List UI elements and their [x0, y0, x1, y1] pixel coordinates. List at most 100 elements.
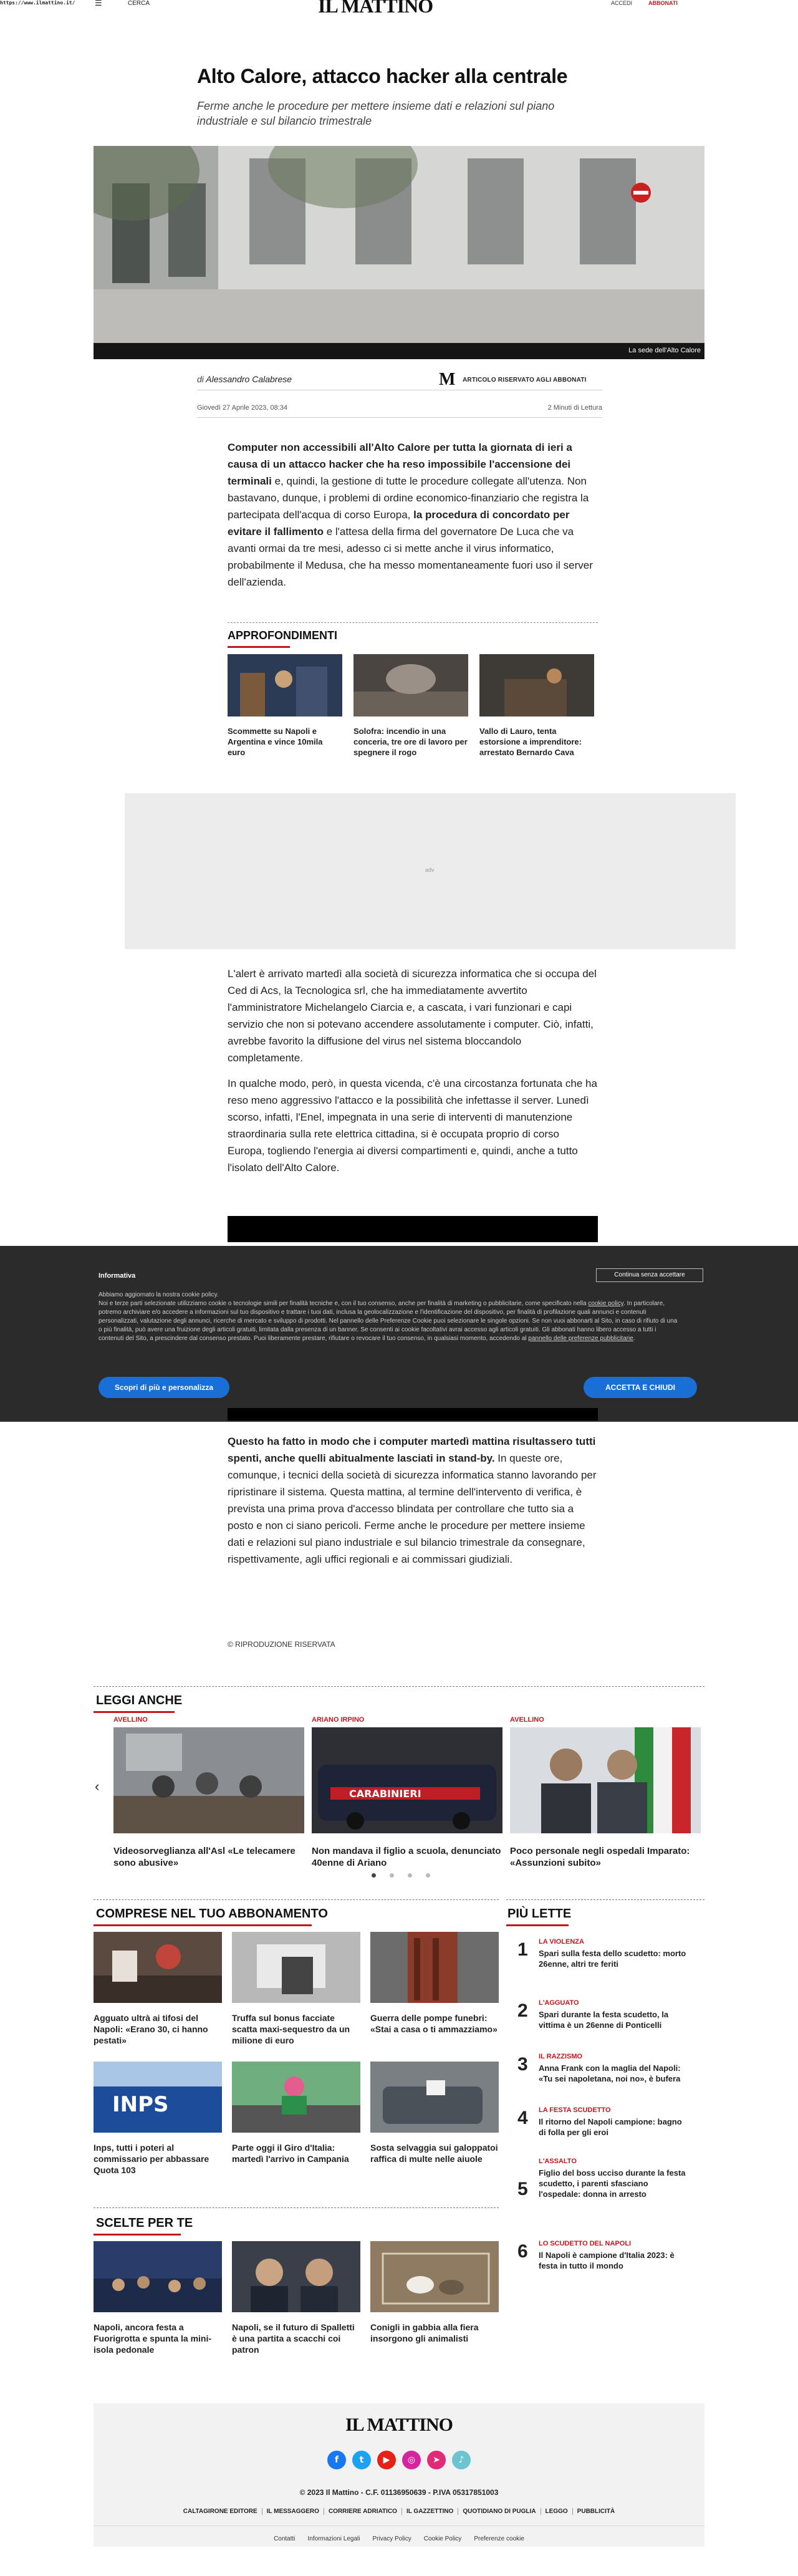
advertisement[interactable]: adv — [125, 793, 736, 949]
footer-link[interactable]: LEGGO — [541, 2508, 573, 2515]
card-title: Parte oggi il Giro d'Italia: martedì l'a… — [232, 2143, 349, 2164]
related-card[interactable]: Solofra: incendio in una conceria, tre o… — [353, 654, 468, 758]
section-underline — [506, 1924, 569, 1926]
footer-link[interactable]: QUOTIDIANO DI PUGLIA — [458, 2508, 541, 2515]
most-read-item[interactable]: 4 LA FESTA SCUDETTO Il ritorno del Napol… — [517, 2106, 704, 2144]
cookie-preferences-link[interactable]: Preferenze cookie — [468, 2535, 531, 2542]
menu-icon[interactable]: ☰ — [95, 0, 102, 7]
comprese-title: COMPRESE NEL TUO ABBONAMENTO — [96, 1907, 328, 1921]
card-image — [113, 1727, 304, 1833]
related-thumb — [228, 654, 342, 716]
card-title: Poco personale negli ospedali Imparato: … — [510, 1846, 690, 1868]
carousel-dot[interactable] — [372, 1873, 376, 1878]
footer-link[interactable]: IL GAZZETTINO — [401, 2508, 459, 2515]
byline: di Alessandro Calabrese M ARTICOLO RISER… — [197, 368, 602, 390]
section-divider — [506, 1899, 704, 1900]
recommended-card[interactable]: Napoli, se il futuro di Spalletti è una … — [232, 2241, 360, 2355]
paragraph-2: L'alert è arrivato martedì alla società … — [228, 968, 597, 1064]
instagram-icon[interactable]: ◎ — [402, 2451, 421, 2469]
most-read-item[interactable]: 1 LA VIOLENZA Spari sulla festa dello sc… — [517, 1938, 704, 1975]
social-links: f t ▶ ◎ ➤ ♪ — [94, 2451, 704, 2469]
rank-number: 5 — [517, 2179, 528, 2199]
footer-link[interactable]: CORRIERE ADRIATICO — [324, 2508, 402, 2515]
related-card[interactable]: Scommette su Napoli e Argentina e vince … — [228, 654, 342, 758]
subscription-card[interactable]: INPS Inps, tutti i poteri al commissario… — [94, 2062, 222, 2176]
card-tag: ARIANO IRPINO — [312, 1716, 365, 1724]
embedded-media-top — [228, 1216, 598, 1242]
card-tag: AVELLINO — [113, 1716, 148, 1724]
leggi-anche-card[interactable]: ARIANO IRPINO CARABINIERI Non mandava il… — [312, 1716, 502, 1869]
contacts-link[interactable]: Contatti — [267, 2535, 301, 2542]
recommended-card[interactable]: Napoli, ancora festa a Fuorigrotta e spu… — [94, 2241, 222, 2355]
most-read-item[interactable]: 3 IL RAZZISMO Anna Frank con la maglia d… — [517, 2053, 704, 2090]
item-tag: L'AGGUATO — [539, 1999, 579, 2007]
image-caption: La sede dell'Alto Calore — [628, 347, 701, 354]
twitter-icon[interactable]: t — [352, 2451, 371, 2469]
site-footer: IL MATTINO f t ▶ ◎ ➤ ♪ © 2023 Il Mattino… — [94, 2403, 704, 2547]
card-image — [94, 2241, 222, 2312]
footer-link[interactable]: CALTAGIRONE EDITORE — [178, 2508, 262, 2515]
carousel-dot[interactable] — [408, 1873, 412, 1878]
subscription-card[interactable]: Parte oggi il Giro d'Italia: martedì l'a… — [232, 2062, 360, 2164]
carousel-dot[interactable] — [426, 1873, 430, 1878]
tiktok-icon[interactable]: ♪ — [452, 2451, 471, 2469]
youtube-icon[interactable]: ▶ — [377, 2451, 396, 2469]
piu-lette-title: PIÙ LETTE — [507, 1907, 572, 1921]
item-title: Spari durante la festa scudetto, la vitt… — [539, 2010, 669, 2030]
carousel-prev-icon[interactable]: ‹ — [95, 1778, 99, 1795]
paragraph-1: Computer non accessibili all'Alto Calore… — [228, 441, 593, 588]
search-button[interactable]: CERCA — [128, 0, 150, 7]
leggi-anche-card[interactable]: AVELLINO Videosorveglianza all'Asl «Le t… — [113, 1716, 304, 1869]
most-read-item[interactable]: 2 L'AGGUATO Spari durante la festa scude… — [517, 1999, 704, 2037]
card-title: Sosta selvaggia sui galoppatoi raffica d… — [370, 2143, 498, 2164]
section-divider — [94, 1899, 499, 1900]
subscription-card[interactable]: Guerra delle pompe funebri: «Stai a casa… — [370, 1932, 499, 2035]
building-photo — [94, 146, 704, 343]
footer-link[interactable]: PUBBLICITÀ — [573, 2508, 620, 2515]
subscribe-link[interactable]: ABBONATI — [648, 0, 678, 6]
cookie-policy-footer-link[interactable]: Cookie Policy — [418, 2535, 468, 2542]
author-name[interactable]: Alessandro Calabrese — [206, 374, 292, 384]
subscription-card[interactable]: Truffa sul bonus facciate scatta maxi-se… — [232, 1932, 360, 2046]
svg-text:CARABINIERI: CARABINIERI — [349, 1788, 421, 1800]
related-card[interactable]: Vallo di Lauro, tenta estorsione a impre… — [479, 654, 594, 758]
cookie-text: Abbiamo aggiornato la nostra cookie poli… — [99, 1291, 678, 1342]
cookie-policy-link[interactable]: cookie policy — [588, 1300, 623, 1307]
card-tag: AVELLINO — [510, 1716, 544, 1724]
recommended-card[interactable]: Conigli in gabbia alla fiera insorgono g… — [370, 2241, 499, 2344]
footer-link[interactable]: IL MESSAGGERO — [262, 2508, 324, 2515]
card-title: Videosorveglianza all'Asl «Le telecamere… — [113, 1846, 296, 1868]
rank-number: 3 — [517, 2054, 528, 2075]
article-body-3: Questo ha fatto in modo che i computer m… — [228, 1433, 598, 1576]
approfondimenti-section: APPROFONDIMENTI Scommette su Napoli e Ar… — [228, 622, 598, 758]
item-tag: LA VIOLENZA — [539, 1938, 584, 1946]
customize-cookies-button[interactable]: Scopri di più e personalizza — [99, 1377, 229, 1398]
site-logo[interactable]: IL MATTINO — [318, 0, 433, 17]
ad-preferences-link[interactable]: pannello delle preferenze pubblicitarie — [528, 1335, 633, 1342]
card-image — [510, 1727, 701, 1833]
most-read-item[interactable]: 5 L'ASSALTO Figlio del boss ucciso duran… — [517, 2158, 704, 2207]
article-body-1: Computer non accessibili all'Alto Calore… — [228, 439, 598, 599]
subscription-card[interactable]: Sosta selvaggia sui galoppatoi raffica d… — [370, 2062, 499, 2164]
section-underline — [94, 2234, 181, 2236]
subscription-card[interactable]: Agguato ultrà ai tifosi del Napoli: «Era… — [94, 1932, 222, 2046]
site-header: https://www.ilmattino.it/ ☰ CERCA IL MAT… — [0, 0, 798, 17]
footer-logo[interactable]: IL MATTINO — [94, 2414, 704, 2436]
continue-without-accepting-button[interactable]: Continua senza accettare — [596, 1268, 703, 1282]
card-image — [370, 2062, 499, 2133]
leggi-anche-card[interactable]: AVELLINO Poco personale negli ospedali I… — [510, 1716, 701, 1869]
hero-image: La sede dell'Alto Calore — [94, 146, 704, 359]
most-read-item[interactable]: 6 LO SCUDETTO DEL NAPOLI Il Napoli è cam… — [517, 2240, 704, 2277]
login-link[interactable]: ACCEDI — [611, 0, 632, 6]
rank-number: 6 — [517, 2241, 528, 2262]
facebook-icon[interactable]: f — [327, 2451, 346, 2469]
legal-info-link[interactable]: Informazioni Legali — [302, 2535, 367, 2542]
privacy-policy-link[interactable]: Privacy Policy — [366, 2535, 417, 2542]
url-watermark: https://www.ilmattino.it/ — [0, 0, 75, 6]
carousel-dot[interactable] — [390, 1873, 394, 1878]
scelte-title: SCELTE PER TE — [96, 2216, 193, 2230]
reserved-label: ARTICOLO RISERVATO AGLI ABBONATI — [463, 377, 587, 384]
telegram-icon[interactable]: ➤ — [427, 2451, 446, 2469]
accept-cookies-button[interactable]: ACCETTA E CHIUDI — [584, 1377, 697, 1398]
card-title: Napoli, se il futuro di Spalletti è una … — [232, 2322, 355, 2355]
